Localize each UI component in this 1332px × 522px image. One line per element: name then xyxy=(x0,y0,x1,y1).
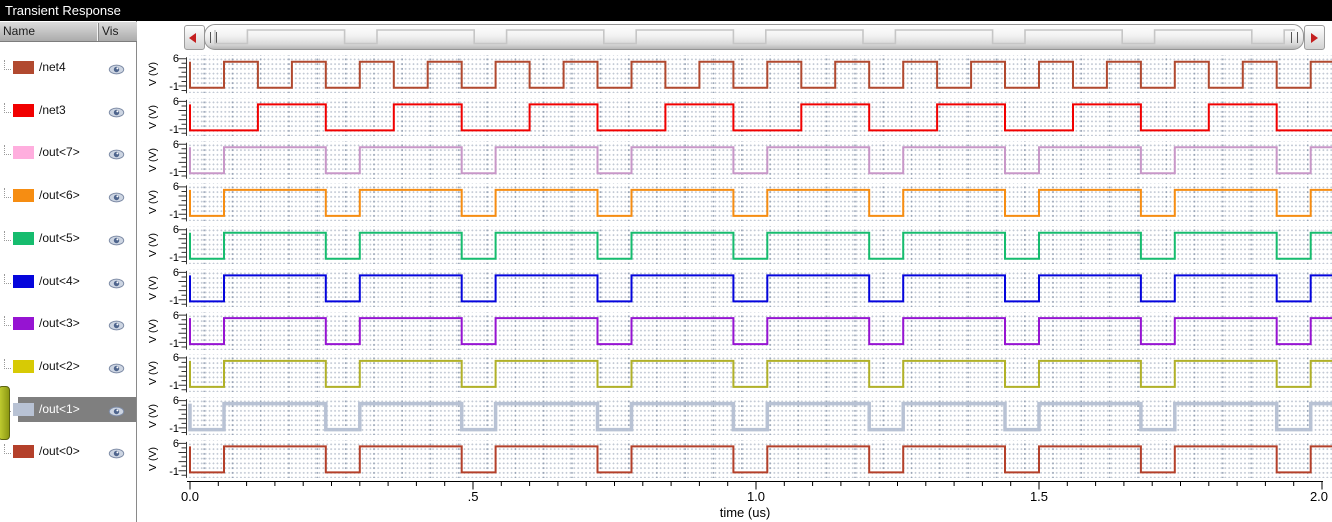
xaxis-tick-label-0p0: 0.0 xyxy=(180,489,200,504)
xaxis-tick-label-1p0: 1.0 xyxy=(746,489,766,504)
signal-row-out-5[interactable]: /out<5> xyxy=(0,217,137,260)
signal-color-swatch xyxy=(13,103,34,117)
tree-branch-icon xyxy=(4,188,11,199)
strip-ytick-bottom: -1 xyxy=(169,209,179,222)
visibility-eye-icon[interactable] xyxy=(108,446,125,459)
strip-ytick-top: 6 xyxy=(172,138,179,151)
column-divider xyxy=(97,23,99,41)
visibility-eye-icon[interactable] xyxy=(108,318,125,331)
signal-row-net3[interactable]: /net3 xyxy=(0,89,137,132)
signal-name: /out<1> xyxy=(39,401,80,416)
window-title: Transient Response xyxy=(0,0,1332,21)
tree-branch-icon xyxy=(4,230,11,241)
visibility-eye-icon[interactable] xyxy=(108,105,125,117)
tree-branch-icon xyxy=(4,444,11,455)
xaxis-tick-label-1p5: 1.5 xyxy=(1029,489,1049,504)
signal-color-swatch xyxy=(13,317,34,331)
signal-name: /out<5> xyxy=(39,230,80,245)
signal-name: /net3 xyxy=(39,102,66,117)
strip-ytick-bottom: -1 xyxy=(169,380,179,393)
signal-row-out-0[interactable]: /out<0> xyxy=(0,430,137,473)
visibility-eye-icon[interactable] xyxy=(108,276,125,288)
thumb-left-grip-icon[interactable] xyxy=(210,32,217,43)
tree-branch-icon xyxy=(4,102,11,113)
tree-branch-icon xyxy=(4,59,11,70)
strip-ytick-bottom: -1 xyxy=(169,252,179,265)
xaxis-tick-label-p5: .5 xyxy=(467,489,479,504)
visibility-eye-icon[interactable] xyxy=(108,62,125,75)
signal-color-swatch xyxy=(13,189,34,203)
visibility-eye-icon[interactable] xyxy=(108,190,125,203)
strip-ytick-top: 6 xyxy=(172,437,179,450)
signal-row-out-4[interactable]: /out<4> xyxy=(0,260,137,303)
strip-ytick-bottom: -1 xyxy=(169,465,179,478)
strip-ytick-bottom: -1 xyxy=(169,81,179,94)
strip-ytick-top: 6 xyxy=(172,309,179,322)
strip-ytick-top: 6 xyxy=(172,224,179,237)
signal-row-out-7[interactable]: /out<7> xyxy=(0,131,137,174)
signal-color-swatch xyxy=(13,231,34,245)
signal-color-swatch xyxy=(13,146,34,160)
strip-ytick-top: 6 xyxy=(172,352,179,365)
scrollbar-left-arrow-button[interactable] xyxy=(184,25,205,50)
strip-ytick-top: 6 xyxy=(172,395,179,408)
xaxis-tick-label-2p0: 2.0 xyxy=(1309,489,1329,504)
strip-ytick-top: 6 xyxy=(172,266,179,279)
tree-branch-icon xyxy=(4,316,11,327)
strip-ytick-bottom: -1 xyxy=(169,294,179,307)
tree-branch-icon xyxy=(4,358,11,369)
signal-row-net4[interactable]: /net4 xyxy=(0,46,137,89)
visibility-eye-icon[interactable] xyxy=(108,404,125,417)
tree-branch-icon xyxy=(4,273,11,284)
tree-branch-icon xyxy=(4,145,11,156)
strip-ytick-top: 6 xyxy=(172,53,179,66)
vis-column-header: Vis xyxy=(102,24,119,38)
selection-group-marker[interactable] xyxy=(0,386,10,440)
signal-rows-container: /net4 /net3 /out<7> /out<6> /out<5> /out… xyxy=(0,42,137,502)
signal-color-swatch xyxy=(13,359,34,373)
name-column-header: Name xyxy=(3,24,36,38)
signal-name: /out<4> xyxy=(39,273,80,288)
strip-ytick-bottom: -1 xyxy=(169,337,179,350)
signal-row-out-1[interactable]: /out<1> xyxy=(0,388,137,431)
right-arrow-icon xyxy=(1311,33,1318,43)
strip-ytick-bottom: -1 xyxy=(169,166,179,179)
signal-row-out-3[interactable]: /out<3> xyxy=(0,302,137,345)
signal-color-swatch xyxy=(13,445,34,459)
strip-ytick-bottom: -1 xyxy=(169,123,179,136)
xaxis-title: time (us) xyxy=(719,505,771,520)
signal-name: /out<6> xyxy=(39,188,80,203)
signal-list-header: Name Vis xyxy=(0,22,137,42)
strip-ytick-top: 6 xyxy=(172,95,179,108)
strip-ytick-bottom: -1 xyxy=(169,423,179,436)
left-arrow-icon xyxy=(189,33,196,43)
signal-row-out-6[interactable]: /out<6> xyxy=(0,174,137,217)
visibility-eye-icon[interactable] xyxy=(108,147,125,160)
visibility-eye-icon[interactable] xyxy=(108,233,125,246)
overview-scrollbar-thumb[interactable] xyxy=(204,24,1304,50)
signal-name: /out<0> xyxy=(39,444,80,459)
visibility-eye-icon[interactable] xyxy=(108,361,125,374)
signal-row-out-2[interactable]: /out<2> xyxy=(0,345,137,388)
signal-color-swatch xyxy=(13,60,34,74)
signal-name: /out<7> xyxy=(39,145,80,160)
signal-color-swatch xyxy=(13,274,34,288)
strip-ytick-top: 6 xyxy=(172,181,179,194)
scrollbar-right-arrow-button[interactable] xyxy=(1304,25,1325,50)
thumb-right-grip-icon[interactable] xyxy=(1291,32,1298,43)
signal-name: /out<2> xyxy=(39,358,80,373)
signal-name: /net4 xyxy=(39,59,66,74)
signal-color-swatch xyxy=(13,402,34,416)
signal-name: /out<3> xyxy=(39,316,80,331)
